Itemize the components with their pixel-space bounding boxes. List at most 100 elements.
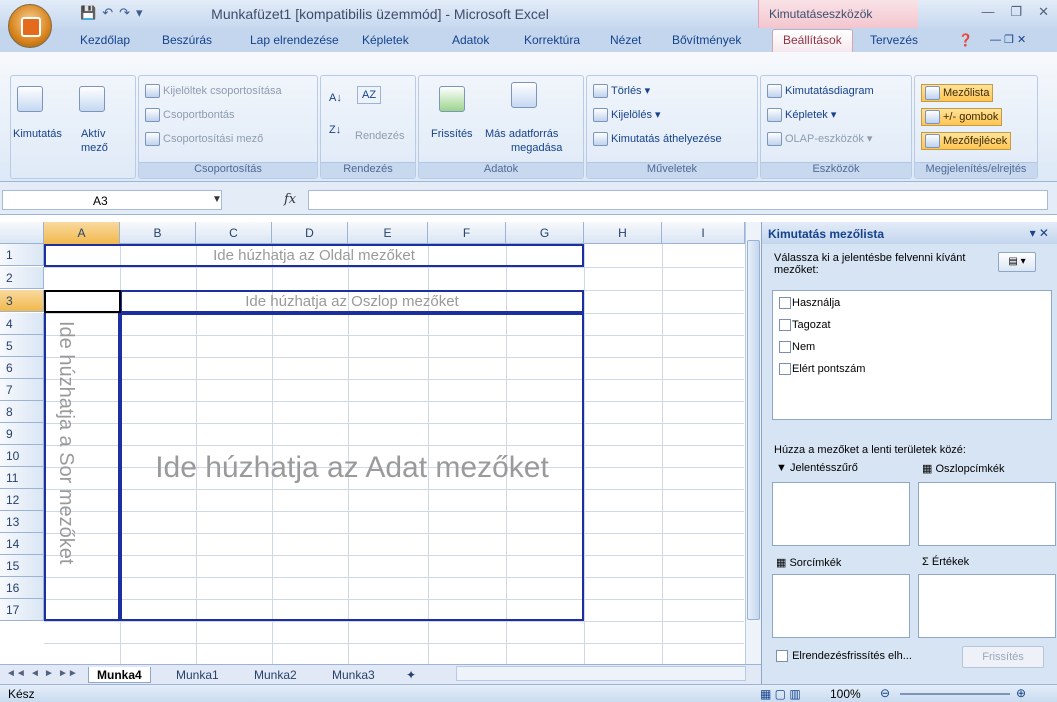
col-header-e[interactable]: E — [348, 222, 428, 244]
office-button[interactable] — [8, 4, 52, 48]
field-headers-button[interactable]: Mezőfejlécek — [921, 132, 1012, 150]
tab-tervezes[interactable]: Tervezés — [870, 33, 918, 47]
scroll-thumb[interactable] — [747, 240, 760, 620]
tab-beszuras[interactable]: Beszúrás — [162, 33, 212, 47]
zoom-level[interactable]: 100% — [830, 687, 861, 701]
sheet-tab-munka4[interactable]: Munka4 — [88, 667, 151, 683]
field-item[interactable]: Tagozat — [779, 319, 831, 332]
name-box[interactable]: A3 — [2, 190, 222, 210]
tab-nezet[interactable]: Nézet — [610, 33, 641, 47]
zoom-in-icon[interactable]: ⊕ — [1016, 686, 1026, 700]
field-list-button[interactable]: Mezőlista — [921, 84, 994, 102]
group-selection-button[interactable]: Kijelöltek csoportosítása — [145, 84, 282, 98]
tab-adatok[interactable]: Adatok — [452, 33, 489, 47]
row-header-12[interactable]: 12 — [0, 489, 44, 511]
row-header-15[interactable]: 15 — [0, 555, 44, 577]
pivot-chart-button[interactable]: Kimutatásdiagram — [767, 84, 874, 98]
col-header-h[interactable]: H — [584, 222, 662, 244]
page-field-drop-zone[interactable]: Ide húzhatja az Oldal mezőket — [44, 244, 584, 267]
ribbon-window-controls[interactable]: — ❐ ✕ — [990, 33, 1026, 46]
row-header-13[interactable]: 13 — [0, 511, 44, 533]
col-header-d[interactable]: D — [272, 222, 348, 244]
row-header-8[interactable]: 8 — [0, 401, 44, 423]
sheet-tab-munka1[interactable]: Munka1 — [168, 667, 227, 683]
tab-beallitasok[interactable]: Beállítások — [772, 29, 853, 52]
defer-update-checkbox[interactable]: Elrendezésfrissítés elh... — [776, 650, 912, 663]
change-source-label-2[interactable]: megadása — [511, 142, 562, 154]
checkbox[interactable] — [779, 363, 791, 376]
clear-button[interactable]: Törlés ▾ — [593, 84, 650, 99]
view-buttons[interactable]: ▦ ▢ ▥ — [760, 687, 801, 701]
vertical-scrollbar[interactable] — [745, 222, 761, 664]
zoom-out-icon[interactable]: ⊖ — [880, 686, 890, 700]
formulas-button[interactable]: Képletek ▾ — [767, 108, 836, 123]
change-source-label-1[interactable]: Más adatforrás — [485, 128, 558, 140]
row-header-6[interactable]: 6 — [0, 357, 44, 379]
formula-input[interactable] — [308, 190, 1048, 210]
minimize-icon[interactable]: — — [981, 4, 994, 20]
tab-korrektura[interactable]: Korrektúra — [524, 33, 580, 47]
sort-za-icon[interactable]: Z↓ — [329, 124, 341, 136]
insert-sheet-icon[interactable]: ✦ — [398, 667, 424, 683]
checkbox[interactable] — [779, 297, 791, 310]
row-header-5[interactable]: 5 — [0, 335, 44, 357]
data-field-drop-zone[interactable]: Ide húzhatja az Adat mezőket — [120, 313, 584, 621]
row-labels-area[interactable] — [772, 574, 910, 638]
restore-icon[interactable]: ❐ — [1010, 4, 1022, 20]
select-all-corner[interactable] — [0, 222, 44, 244]
checkbox[interactable] — [779, 319, 791, 332]
field-item[interactable]: Elért pontszám — [779, 363, 865, 376]
column-labels-area[interactable] — [918, 482, 1056, 546]
row-header-2[interactable]: 2 — [0, 267, 44, 289]
horizontal-scrollbar[interactable] — [456, 666, 746, 681]
values-area[interactable] — [918, 574, 1056, 638]
group-field-button[interactable]: Csoportosítási mező — [145, 132, 263, 146]
sheet-tab-munka3[interactable]: Munka3 — [324, 667, 383, 683]
col-header-c[interactable]: C — [196, 222, 272, 244]
field-item[interactable]: Nem — [779, 341, 815, 354]
first-sheet-icon[interactable]: ◄◄ — [6, 668, 26, 679]
row-header-9[interactable]: 9 — [0, 423, 44, 445]
help-icon[interactable]: ❓ — [958, 33, 973, 47]
ungroup-button[interactable]: Csoportbontás — [145, 108, 235, 122]
row-field-drop-zone[interactable]: Ide húzhatja a Sor mezőket — [44, 313, 120, 621]
row-header-14[interactable]: 14 — [0, 533, 44, 555]
sheet-tab-munka2[interactable]: Munka2 — [246, 667, 305, 683]
col-header-a[interactable]: A — [44, 222, 120, 244]
tab-kepletek[interactable]: Képletek — [362, 33, 409, 47]
row-header-16[interactable]: 16 — [0, 577, 44, 599]
zoom-slider[interactable] — [900, 693, 1010, 695]
worksheet-grid[interactable]: A B C D E F G H I 1 2 3 4 5 6 7 8 9 10 1… — [0, 222, 745, 664]
sort-az-icon[interactable]: A↓ — [329, 92, 342, 104]
row-header-1[interactable]: 1 — [0, 244, 44, 266]
field-item[interactable]: Használja — [779, 297, 840, 310]
checkbox[interactable] — [779, 341, 791, 354]
sort-dialog-icon[interactable]: AZ — [357, 86, 382, 104]
sort-button[interactable]: Rendezés — [355, 130, 405, 142]
row-header-11[interactable]: 11 — [0, 467, 44, 489]
row-header-17[interactable]: 17 — [0, 599, 44, 621]
select-button[interactable]: Kijelölés ▾ — [593, 108, 661, 123]
active-field-label-2[interactable]: mező — [81, 142, 108, 154]
row-header-10[interactable]: 10 — [0, 445, 44, 467]
panel-layout-button[interactable]: ▤ ▾ — [998, 252, 1036, 272]
pivot-button[interactable]: Kimutatás — [13, 128, 62, 140]
row-header-3[interactable]: 3 — [0, 290, 44, 312]
row-header-7[interactable]: 7 — [0, 379, 44, 401]
name-box-dropdown-icon[interactable]: ▼ — [212, 194, 222, 205]
move-pivot-button[interactable]: Kimutatás áthelyezése — [593, 132, 722, 146]
col-header-b[interactable]: B — [120, 222, 196, 244]
col-header-g[interactable]: G — [506, 222, 584, 244]
active-field-label-1[interactable]: Aktív — [81, 128, 105, 140]
insert-function-icon[interactable]: fx — [284, 192, 296, 207]
tab-lap-elrendezese[interactable]: Lap elrendezése — [250, 33, 339, 47]
next-sheet-icon[interactable]: ► — [44, 668, 54, 679]
plus-minus-button[interactable]: +/- gombok — [921, 108, 1003, 126]
row-header-4[interactable]: 4 — [0, 313, 44, 335]
checkbox[interactable] — [776, 650, 788, 663]
col-header-i[interactable]: I — [662, 222, 745, 244]
tab-bovitmenyek[interactable]: Bővítmények — [672, 33, 741, 47]
col-header-f[interactable]: F — [428, 222, 506, 244]
panel-close-icon[interactable]: ▾ ✕ — [1030, 226, 1049, 240]
active-cell-a3[interactable] — [44, 290, 121, 313]
